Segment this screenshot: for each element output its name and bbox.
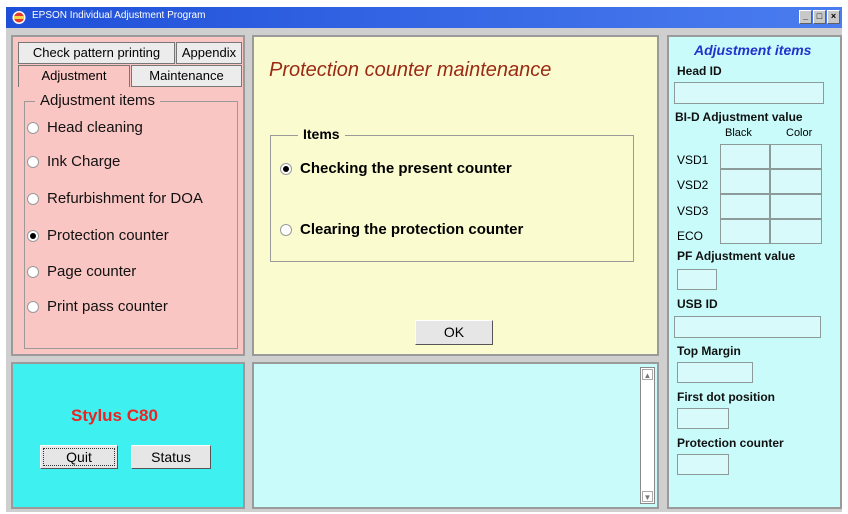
col-black-label: Black (725, 127, 752, 139)
vsd3-color-field (770, 194, 822, 219)
radio-indicator[interactable] (27, 301, 39, 313)
vsd1-black-field (720, 144, 770, 169)
eco-label: ECO (677, 229, 704, 243)
radio-label: Ink Charge (47, 153, 121, 170)
vsd3-black-field (720, 194, 770, 219)
vsd1-label: VSD1 (677, 153, 709, 167)
vsd3-label: VSD3 (677, 204, 709, 218)
usb-id-field (674, 316, 821, 338)
tab-maintenance[interactable]: Maintenance (131, 65, 242, 87)
tab-appendix[interactable]: Appendix (176, 42, 242, 64)
tab-check-pattern-printing[interactable]: Check pattern printing (18, 42, 175, 64)
title-bar[interactable]: EPSON Individual Adjustment Program _ □ … (6, 7, 842, 28)
status-button[interactable]: Status (131, 445, 211, 469)
tab-adjustment[interactable]: Adjustment (18, 65, 130, 87)
scroll-down-arrow-icon[interactable]: ▼ (642, 491, 653, 502)
radio-label: Page counter (47, 263, 137, 280)
vsd2-color-field (770, 169, 822, 194)
vsd1-color-field (770, 144, 822, 169)
items-group-title: Items (298, 126, 345, 142)
log-scrollbar[interactable]: ▲ ▼ (640, 367, 655, 504)
radio-indicator[interactable] (27, 193, 39, 205)
radio-indicator[interactable] (27, 156, 39, 168)
maximize-button[interactable]: □ (813, 10, 826, 24)
eco-black-field (720, 219, 770, 244)
vsd2-label: VSD2 (677, 178, 709, 192)
radio-page-counter[interactable]: Page counter (27, 261, 237, 285)
head-id-field (674, 82, 824, 104)
radio-label: Print pass counter (47, 298, 168, 315)
radio-refurbishment-for-doa[interactable]: Refurbishment for DOA (27, 188, 237, 212)
minimize-button[interactable]: _ (799, 10, 812, 24)
radio-label: Head cleaning (47, 119, 143, 136)
radio-label: Clearing the protection counter (300, 221, 524, 238)
epson-app-icon (12, 11, 26, 24)
window-title: EPSON Individual Adjustment Program (32, 10, 206, 21)
first-dot-position-label: First dot position (677, 390, 775, 404)
pf-adjustment-label: PF Adjustment value (677, 249, 796, 263)
page-title: Protection counter maintenance (269, 59, 552, 81)
adjustment-items-group-title: Adjustment items (35, 92, 161, 109)
first-dot-position-field (677, 408, 729, 429)
radio-checking-present-counter[interactable]: Checking the present counter (280, 158, 620, 182)
info-panel-title: Adjustment items (694, 42, 812, 58)
radio-label: Refurbishment for DOA (47, 190, 203, 207)
scroll-up-arrow-icon[interactable]: ▲ (642, 369, 653, 380)
close-button[interactable]: × (827, 10, 840, 24)
bid-adjustment-label: BI-D Adjustment value (675, 110, 803, 124)
protection-counter-label: Protection counter (677, 436, 784, 450)
ok-button[interactable]: OK (415, 320, 493, 345)
radio-label: Checking the present counter (300, 160, 512, 177)
head-id-label: Head ID (677, 64, 722, 78)
adjustment-items-panel: Check pattern printing Appendix Adjustme… (11, 35, 245, 356)
log-panel: ▲ ▼ (252, 362, 659, 509)
radio-indicator-selected[interactable] (280, 163, 292, 175)
info-panel: Adjustment items Head ID BI-D Adjustment… (667, 35, 842, 509)
radio-label: Protection counter (47, 227, 169, 244)
radio-print-pass-counter[interactable]: Print pass counter (27, 296, 237, 320)
radio-head-cleaning[interactable]: Head cleaning (27, 117, 237, 141)
usb-id-label: USB ID (677, 297, 718, 311)
radio-indicator[interactable] (280, 224, 292, 236)
top-margin-label: Top Margin (677, 344, 741, 358)
radio-indicator-selected[interactable] (27, 230, 39, 242)
radio-ink-charge[interactable]: Ink Charge (27, 151, 237, 175)
vsd2-black-field (720, 169, 770, 194)
radio-indicator[interactable] (27, 266, 39, 278)
eco-color-field (770, 219, 822, 244)
model-panel: Stylus C80 Quit Status (11, 362, 245, 509)
col-color-label: Color (786, 127, 813, 139)
printer-model-name: Stylus C80 (71, 406, 158, 425)
top-margin-field (677, 362, 753, 383)
main-panel: Protection counter maintenance Items Che… (252, 35, 659, 356)
quit-button[interactable]: Quit (40, 445, 118, 469)
radio-indicator[interactable] (27, 122, 39, 134)
radio-protection-counter[interactable]: Protection counter (27, 225, 237, 249)
radio-clearing-protection-counter[interactable]: Clearing the protection counter (280, 219, 620, 243)
pf-adjustment-field (677, 269, 717, 290)
protection-counter-field (677, 454, 729, 475)
